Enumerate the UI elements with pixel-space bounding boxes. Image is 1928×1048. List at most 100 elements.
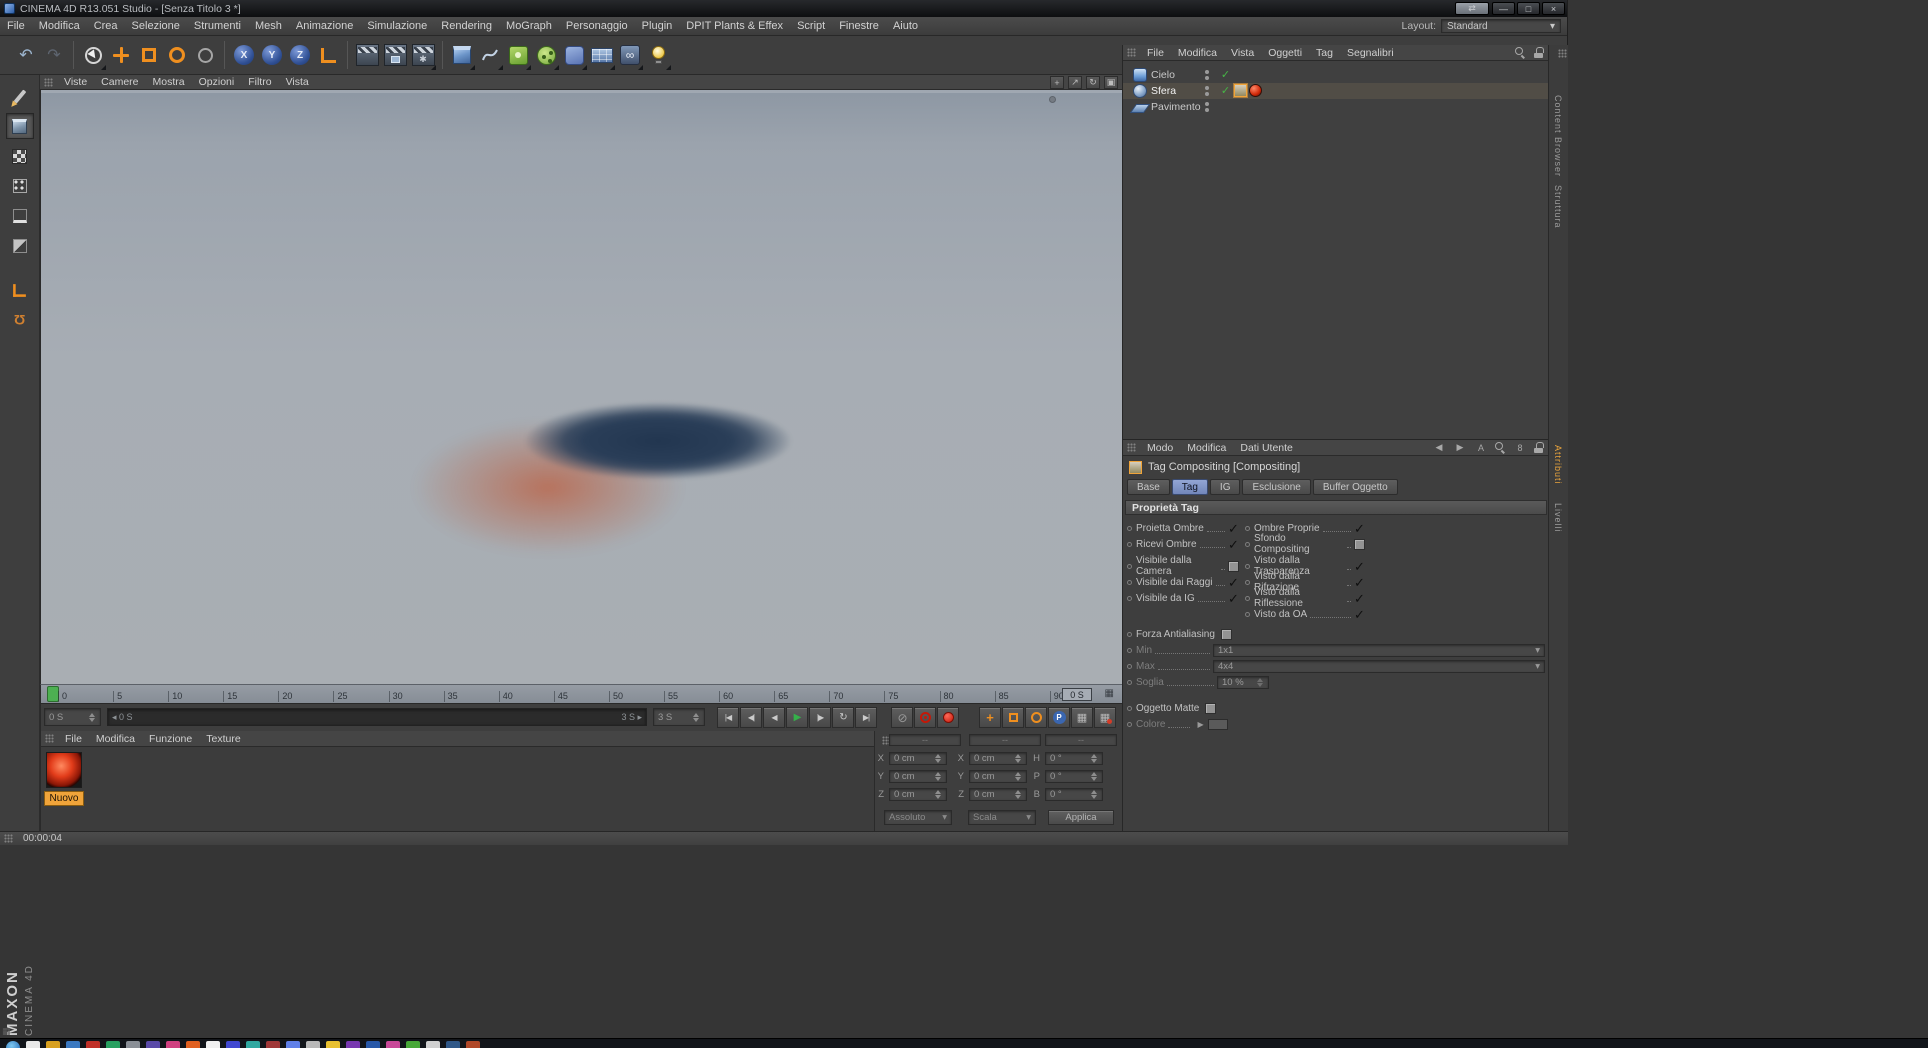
coord-field[interactable]: 0 cm: [889, 752, 947, 765]
checkbox[interactable]: [1354, 577, 1365, 588]
viewport-menu-vista[interactable]: Vista: [279, 76, 316, 88]
current-frame-field[interactable]: 0 S: [44, 708, 101, 726]
am-menu-modo[interactable]: Modo: [1140, 442, 1180, 454]
size-mode-select[interactable]: Scala: [968, 810, 1036, 825]
anim-dot-icon[interactable]: [1127, 706, 1132, 711]
taskbar-app-icon[interactable]: [46, 1041, 60, 1048]
history-forward-icon[interactable]: [1453, 442, 1467, 454]
tab-base[interactable]: Base: [1127, 479, 1170, 495]
coord-field[interactable]: 0 °: [1045, 770, 1103, 783]
material-menu-modifica[interactable]: Modifica: [89, 733, 142, 745]
taskbar-app-icon[interactable]: [306, 1041, 320, 1048]
panel-grip-icon[interactable]: [1127, 48, 1136, 57]
menu-mograph[interactable]: MoGraph: [499, 17, 559, 35]
render-picture-viewer-button[interactable]: [381, 39, 409, 71]
key-position-toggle[interactable]: +: [979, 707, 1001, 728]
timeline-range-slider[interactable]: 0 S 3 S: [107, 708, 647, 726]
lock-icon[interactable]: [1534, 442, 1543, 453]
om-menu-oggetti[interactable]: Oggetti: [1261, 47, 1309, 59]
add-mograph-button[interactable]: [532, 39, 560, 71]
add-floor-button[interactable]: [588, 39, 616, 71]
add-generator-button[interactable]: [504, 39, 532, 71]
om-menu-vista[interactable]: Vista: [1224, 47, 1261, 59]
coordinate-system-button[interactable]: [314, 39, 342, 71]
panel-grip-icon[interactable]: [1558, 49, 1567, 58]
om-menu-file[interactable]: File: [1140, 47, 1171, 59]
taskbar-app-icon[interactable]: [386, 1041, 400, 1048]
menu-crea[interactable]: Crea: [87, 17, 125, 35]
coord-field[interactable]: 0 °: [1045, 788, 1103, 801]
rotation-header[interactable]: --: [1045, 734, 1117, 746]
tab-livelli[interactable]: Livelli: [1553, 503, 1563, 533]
material-list[interactable]: Nuovo: [41, 747, 874, 831]
spinner-icon[interactable]: [88, 710, 96, 725]
taskbar-app-icon[interactable]: [406, 1041, 420, 1048]
spinner-icon[interactable]: [1256, 675, 1264, 690]
tab-esclusione[interactable]: Esclusione: [1242, 479, 1310, 495]
add-spline-button[interactable]: [476, 39, 504, 71]
anim-dot-icon[interactable]: [1127, 542, 1132, 547]
menu-strumenti[interactable]: Strumenti: [187, 17, 248, 35]
sphere-object-icon[interactable]: [1133, 84, 1147, 98]
viewport-menu-camere[interactable]: Camere: [94, 76, 145, 88]
taskbar-app-icon[interactable]: [366, 1041, 380, 1048]
coord-field[interactable]: 0 cm: [969, 770, 1027, 783]
menu-script[interactable]: Script: [790, 17, 832, 35]
key-rotation-toggle[interactable]: [1025, 707, 1047, 728]
threshold-field[interactable]: 10 %: [1217, 676, 1269, 689]
undo-button[interactable]: [12, 39, 40, 71]
play-button[interactable]: [786, 707, 808, 728]
layout-select[interactable]: Standard: [1441, 19, 1561, 33]
goto-end-button[interactable]: ▶|: [855, 707, 877, 728]
anim-dot-icon[interactable]: [1245, 612, 1250, 617]
taskbar-app-icon[interactable]: [446, 1041, 460, 1048]
rotate-view-icon[interactable]: [1086, 76, 1100, 89]
section-header[interactable]: Proprietà Tag: [1125, 500, 1547, 515]
menu-selezione[interactable]: Selezione: [125, 17, 187, 35]
tab-ig[interactable]: IG: [1210, 479, 1241, 495]
panel-grip-icon[interactable]: [44, 78, 53, 87]
object-row-pavimento[interactable]: Pavimento: [1123, 99, 1549, 115]
taskbar-app-icon[interactable]: [286, 1041, 300, 1048]
pan-view-icon[interactable]: [1050, 76, 1064, 89]
start-button[interactable]: [6, 1041, 20, 1048]
taskbar-app-icon[interactable]: [266, 1041, 280, 1048]
numeric-icon[interactable]: [1513, 442, 1527, 454]
checkbox[interactable]: [1228, 593, 1239, 604]
layout-switch-button[interactable]: [1455, 2, 1489, 15]
viewport-menu-viste[interactable]: Viste: [57, 76, 94, 88]
taskbar-app-icon[interactable]: [66, 1041, 80, 1048]
am-menu-modifica[interactable]: Modifica: [1180, 442, 1233, 454]
taskbar-app-icon[interactable]: [206, 1041, 220, 1048]
previous-key-button[interactable]: ◀|: [740, 707, 762, 728]
history-back-icon[interactable]: [1432, 442, 1446, 454]
previous-frame-button[interactable]: ◀: [763, 707, 785, 728]
visibility-dots[interactable]: [1205, 86, 1209, 96]
anim-dot-icon[interactable]: [1127, 596, 1132, 601]
size-header[interactable]: --: [969, 734, 1041, 746]
checkbox[interactable]: [1228, 577, 1239, 588]
viewport-canvas[interactable]: [40, 90, 1122, 684]
om-menu-segnalibri[interactable]: Segnalibri: [1340, 47, 1401, 59]
anim-dot-icon[interactable]: [1245, 580, 1250, 585]
taskbar-app-icon[interactable]: [246, 1041, 260, 1048]
checkbox[interactable]: [1221, 629, 1232, 640]
taskbar-app-icon[interactable]: [106, 1041, 120, 1048]
model-mode-button[interactable]: [6, 113, 34, 139]
timeline-ruler[interactable]: 0 5 10 15 20 25 30 35 40 45 50 55 60 65 …: [40, 684, 1122, 703]
material-menu-funzione[interactable]: Funzione: [142, 733, 199, 745]
record-keyframe-button[interactable]: [914, 707, 936, 728]
floor-object-icon[interactable]: [1130, 104, 1150, 113]
tab-attributi[interactable]: Attributi: [1553, 445, 1563, 485]
anim-dot-icon[interactable]: [1127, 580, 1132, 585]
light-handle-dot[interactable]: [1049, 96, 1056, 103]
menu-mesh[interactable]: Mesh: [248, 17, 289, 35]
checkbox[interactable]: [1205, 703, 1216, 714]
enabled-check-tag[interactable]: [1219, 84, 1232, 97]
taskbar-app-icon[interactable]: [86, 1041, 100, 1048]
edges-mode-button[interactable]: [6, 203, 34, 229]
minimize-button[interactable]: [1492, 2, 1515, 15]
autokey-button[interactable]: [937, 707, 959, 728]
timeline-options-icon[interactable]: [1105, 688, 1114, 699]
viewport-menu-mostra[interactable]: Mostra: [146, 76, 192, 88]
